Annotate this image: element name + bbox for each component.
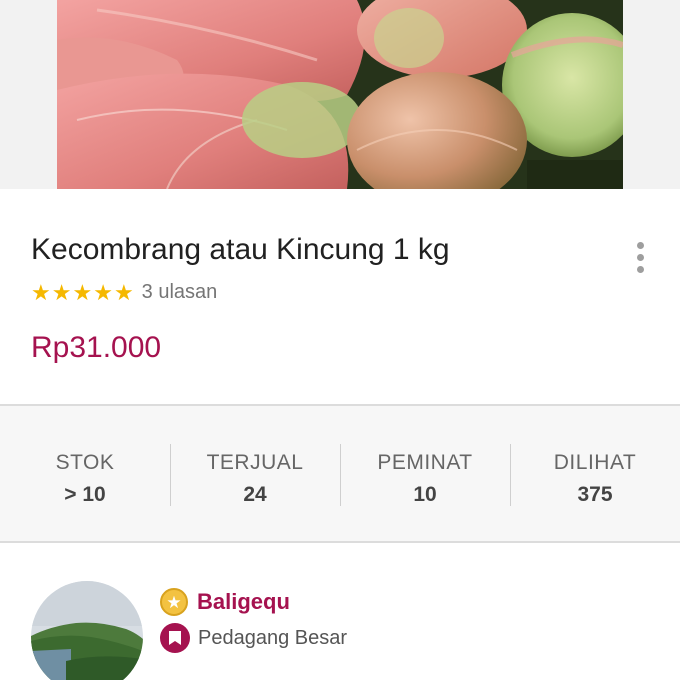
product-page: Kecombrang atau Kincung 1 kg ★ ★ ★ ★ ★ 3… bbox=[0, 0, 680, 680]
review-count[interactable]: 3 ulasan bbox=[142, 281, 218, 304]
product-rating[interactable]: ★ ★ ★ ★ ★ 3 ulasan bbox=[31, 281, 217, 304]
star-icon: ★ bbox=[93, 279, 113, 305]
stat-label: TERJUAL bbox=[206, 451, 304, 474]
stat-label: PEMINAT bbox=[377, 451, 473, 474]
stat-stock: STOK > 10 bbox=[0, 406, 170, 541]
star-icon: ★ bbox=[31, 279, 51, 305]
seller-type: Pedagang Besar bbox=[198, 626, 348, 649]
merchant-bookmark-icon bbox=[160, 623, 190, 653]
seller-avatar[interactable] bbox=[31, 581, 143, 680]
stat-value: 24 bbox=[243, 483, 267, 506]
star-icon: ★ bbox=[51, 279, 72, 305]
stat-value: > 10 bbox=[64, 483, 106, 506]
seller-name-row[interactable]: ★ Baligequ bbox=[160, 588, 290, 616]
stat-interested: PEMINAT 10 bbox=[340, 406, 510, 541]
stat-value: 10 bbox=[413, 483, 437, 506]
stat-value: 375 bbox=[577, 483, 613, 506]
product-stats: STOK > 10 TERJUAL 24 PEMINAT 10 DILIHAT … bbox=[0, 406, 680, 541]
product-price: Rp31.000 bbox=[31, 331, 162, 364]
stat-label: STOK bbox=[55, 451, 115, 474]
product-title: Kecombrang atau Kincung 1 kg bbox=[31, 233, 450, 266]
stat-viewed: DILIHAT 375 bbox=[510, 406, 680, 541]
product-image-area[interactable] bbox=[0, 0, 680, 189]
star-icon: ★ bbox=[72, 279, 93, 305]
stat-label: DILIHAT bbox=[553, 451, 637, 474]
seller-section[interactable]: ★ Baligequ Pedagang Besar bbox=[0, 543, 680, 680]
seller-name[interactable]: Baligequ bbox=[197, 589, 290, 615]
product-info: Kecombrang atau Kincung 1 kg ★ ★ ★ ★ ★ 3… bbox=[0, 189, 680, 405]
rating-stars: ★ ★ ★ ★ ★ bbox=[31, 279, 134, 305]
product-photo[interactable] bbox=[57, 0, 623, 189]
stat-sold: TERJUAL 24 bbox=[170, 406, 340, 541]
more-vertical-icon[interactable] bbox=[626, 237, 654, 277]
star-icon: ★ bbox=[113, 279, 134, 305]
gold-badge-icon: ★ bbox=[160, 588, 188, 616]
seller-type-row: Pedagang Besar bbox=[160, 623, 347, 653]
